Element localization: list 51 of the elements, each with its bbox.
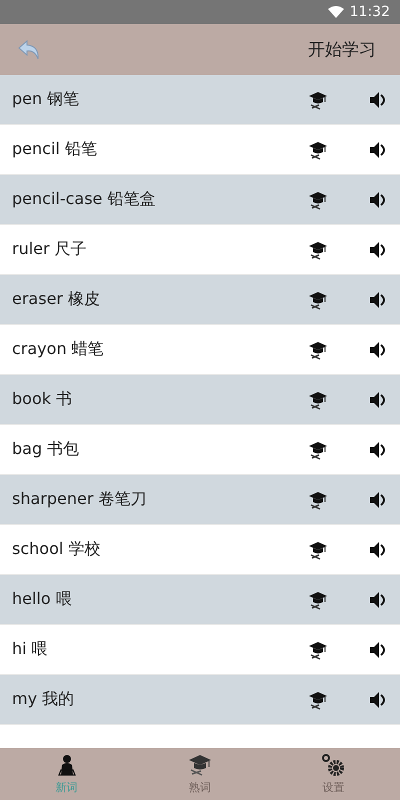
word-text: sharpener 卷笔刀 <box>12 489 148 510</box>
word-row[interactable]: pen 钢笔 <box>0 75 400 125</box>
speaker-icon[interactable] <box>368 490 388 510</box>
start-learning-button[interactable]: 开始学习 <box>308 38 376 61</box>
speaker-icon[interactable] <box>368 90 388 110</box>
graduation-cap-icon[interactable] <box>308 490 328 510</box>
speaker-icon[interactable] <box>368 290 388 310</box>
graduation-cap-icon[interactable] <box>308 290 328 310</box>
graduation-cap-icon[interactable] <box>308 540 328 560</box>
graduation-cap-icon[interactable] <box>308 90 328 110</box>
word-text: hi 喂 <box>12 639 49 660</box>
graduation-cap-icon[interactable] <box>308 590 328 610</box>
graduation-cap-icon[interactable] <box>308 190 328 210</box>
word-text: school 学校 <box>12 539 102 560</box>
word-row[interactable]: pencil-case 铅笔盒 <box>0 175 400 225</box>
speaker-icon[interactable] <box>368 440 388 460</box>
word-text: bag 书包 <box>12 439 80 460</box>
graduation-cap-icon <box>188 753 212 777</box>
word-row[interactable]: hello 喂 <box>0 575 400 625</box>
word-text: hello 喂 <box>12 589 73 610</box>
graduation-cap-icon[interactable] <box>308 440 328 460</box>
word-text: eraser 橡皮 <box>12 289 102 310</box>
graduation-cap-icon[interactable] <box>308 690 328 710</box>
graduation-cap-icon[interactable] <box>308 340 328 360</box>
word-text: book 书 <box>12 389 74 410</box>
word-row[interactable]: eraser 橡皮 <box>0 275 400 325</box>
speaker-icon[interactable] <box>368 640 388 660</box>
speaker-icon[interactable] <box>368 690 388 710</box>
speaker-icon[interactable] <box>368 240 388 260</box>
speaker-icon[interactable] <box>368 340 388 360</box>
word-text: crayon 蜡笔 <box>12 339 105 360</box>
status-time: 11:32 <box>350 4 390 20</box>
word-text: pen 钢笔 <box>12 89 80 110</box>
wifi-icon <box>328 6 344 18</box>
speaker-icon[interactable] <box>368 540 388 560</box>
word-text: my 我的 <box>12 689 76 710</box>
speaker-icon[interactable] <box>368 140 388 160</box>
graduation-cap-icon[interactable] <box>308 240 328 260</box>
word-row[interactable]: book 书 <box>0 375 400 425</box>
gears-icon <box>321 753 346 777</box>
word-text: pencil-case 铅笔盒 <box>12 189 156 210</box>
speaker-icon[interactable] <box>368 190 388 210</box>
word-text: pencil 铅笔 <box>12 139 98 160</box>
word-row[interactable]: sharpener 卷笔刀 <box>0 475 400 525</box>
word-text: ruler 尺子 <box>12 239 88 260</box>
speaker-icon[interactable] <box>368 390 388 410</box>
word-row[interactable]: my 我的 <box>0 675 400 725</box>
graduation-cap-icon[interactable] <box>308 390 328 410</box>
speaker-icon[interactable] <box>368 590 388 610</box>
graduation-cap-icon[interactable] <box>308 140 328 160</box>
graduation-cap-icon[interactable] <box>308 640 328 660</box>
